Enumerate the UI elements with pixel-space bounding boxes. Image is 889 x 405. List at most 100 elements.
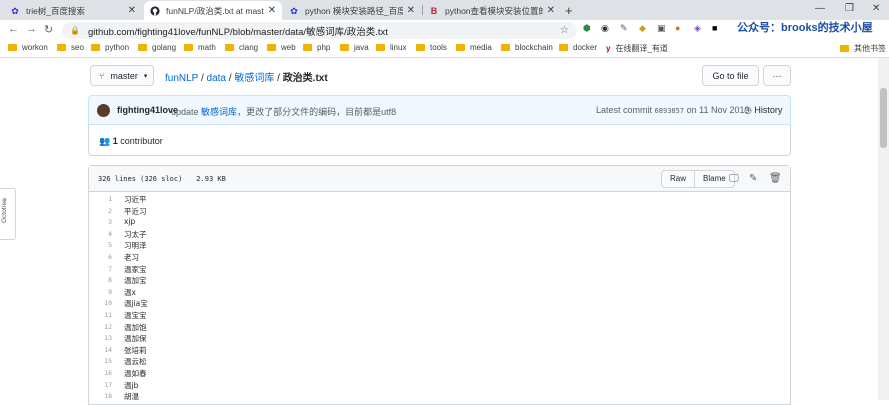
bookmark-java[interactable]: java xyxy=(340,43,369,52)
youdao-icon: y xyxy=(606,44,611,53)
extension-icon[interactable]: ■ xyxy=(712,23,717,33)
extension-icon[interactable]: ● xyxy=(675,23,680,33)
line-number[interactable]: 8 xyxy=(89,276,112,284)
line-number[interactable]: 5 xyxy=(89,241,112,249)
extension-icon[interactable]: ◈ xyxy=(694,23,701,34)
line-number[interactable]: 12 xyxy=(89,323,112,331)
history-link[interactable]: ◷ History xyxy=(744,105,782,116)
table-row: 4 习太子 xyxy=(89,228,790,240)
line-number[interactable]: 13 xyxy=(89,334,112,342)
bookmark-php[interactable]: php xyxy=(303,43,330,52)
back-icon[interactable]: ← xyxy=(8,23,19,35)
contributors-link[interactable]: 👥 1 contributor xyxy=(99,136,163,147)
bookmark-docker[interactable]: docker xyxy=(559,43,597,52)
go-to-file-button[interactable]: Go to file xyxy=(702,65,759,86)
raw-button[interactable]: Raw xyxy=(662,171,694,187)
extension-icon[interactable]: ⬢ xyxy=(583,23,591,34)
window-close-icon[interactable]: ✕ xyxy=(872,3,880,14)
bookmark-python[interactable]: python xyxy=(91,43,129,52)
bookmark-math[interactable]: math xyxy=(184,43,216,52)
scrollbar-thumb[interactable] xyxy=(880,88,887,148)
tab-github-funnlp[interactable]: funNLP/政治类.txt at master · f ✕ xyxy=(144,1,282,20)
line-content: 温如春 xyxy=(124,368,147,378)
trash-icon[interactable]: 🗑 xyxy=(769,173,782,184)
extension-icon[interactable]: ▣ xyxy=(657,23,666,34)
tab-baidu-trie[interactable]: ✿ trie树_百度搜索 ✕ xyxy=(4,1,142,20)
breadcrumb-separator: / xyxy=(200,73,204,84)
more-options-button[interactable]: ··· xyxy=(763,65,791,86)
line-content: 平近习 xyxy=(124,206,147,216)
forward-icon[interactable]: → xyxy=(26,23,37,35)
line-number[interactable]: 4 xyxy=(89,230,112,238)
commit-hash[interactable]: 6893857 xyxy=(655,107,685,115)
line-content: 温加饱 xyxy=(124,322,147,332)
line-number[interactable]: 7 xyxy=(89,265,112,273)
extension-icon[interactable]: ✎ xyxy=(620,23,628,34)
line-number[interactable]: 6 xyxy=(89,253,112,261)
bookmark-clang[interactable]: clang xyxy=(225,43,258,52)
reload-icon[interactable]: ↻ xyxy=(44,23,53,36)
bookmark-other[interactable]: 其他书签 xyxy=(840,43,886,54)
bookmark-star-icon[interactable]: ☆ xyxy=(560,25,569,36)
extension-icon[interactable]: ◉ xyxy=(601,23,609,34)
table-row: 13 温加保 xyxy=(89,332,790,344)
tab-title: funNLP/政治类.txt at master · f xyxy=(166,5,264,16)
folder-icon xyxy=(57,44,66,51)
bookmark-media[interactable]: media xyxy=(456,43,492,52)
line-number[interactable]: 17 xyxy=(89,381,112,389)
line-number[interactable]: 3 xyxy=(89,218,112,226)
bookmark-tools[interactable]: tools xyxy=(416,43,447,52)
commit-author[interactable]: fighting41love xyxy=(117,105,178,115)
table-row: 8 温加宝 xyxy=(89,274,790,286)
octotree-toggle[interactable]: › Octotree xyxy=(0,188,16,240)
branch-icon: ⑂ xyxy=(99,70,105,81)
bookmark-youdao[interactable]: y 在线翻译_有道 xyxy=(606,43,668,54)
maximize-icon[interactable]: ❐ xyxy=(845,3,854,14)
breadcrumb-repo-link[interactable]: funNLP xyxy=(165,73,198,84)
bookmark-blockchain[interactable]: blockchain xyxy=(501,43,553,52)
table-row: 5 习明泽 xyxy=(89,239,790,251)
breadcrumb-dir-link[interactable]: 敏感词库 xyxy=(234,73,274,84)
line-number[interactable]: 18 xyxy=(89,392,112,400)
new-tab-icon[interactable]: + xyxy=(565,3,573,18)
line-content: 张培莉 xyxy=(124,345,147,355)
desktop-icon[interactable]: 🖵 xyxy=(729,173,739,184)
github-icon xyxy=(150,5,160,16)
close-icon[interactable]: ✕ xyxy=(407,5,415,16)
close-icon[interactable]: ✕ xyxy=(268,5,276,16)
line-content: 温云松 xyxy=(124,357,147,367)
line-number[interactable]: 16 xyxy=(89,369,112,377)
line-number[interactable]: 10 xyxy=(89,299,112,307)
tab-baidu-python[interactable]: ✿ python 模块安装路径_百度搜索 ✕ xyxy=(283,1,421,20)
commit-message-link[interactable]: 敏感词库 xyxy=(201,107,237,117)
address-bar[interactable]: 🔒 github.com/fighting41love/funNLP/blob/… xyxy=(62,22,577,39)
line-number[interactable]: 9 xyxy=(89,288,112,296)
breadcrumb: funNLP / data / 敏感词库 / 政治类.txt xyxy=(165,69,328,84)
commit-message: update 敏感词库，更改了部分文件的编码，目前都是utf8 xyxy=(171,107,397,117)
line-number[interactable]: 14 xyxy=(89,346,112,354)
line-number[interactable]: 15 xyxy=(89,357,112,365)
line-number[interactable]: 1 xyxy=(89,195,112,203)
line-number[interactable]: 11 xyxy=(89,311,112,319)
tab-csdn-python[interactable]: B python查看模块安装位置的方法 ✕ xyxy=(423,1,561,20)
pencil-icon[interactable]: ✎ xyxy=(749,173,757,184)
branch-select-button[interactable]: ⑂ master ▾ xyxy=(90,65,154,86)
bookmark-workon[interactable]: workon xyxy=(8,43,48,52)
tab-title: python 模块安装路径_百度搜索 xyxy=(305,5,403,16)
table-row: 1 习近平 xyxy=(89,193,790,205)
avatar[interactable] xyxy=(97,104,110,117)
extension-icon[interactable]: ◆ xyxy=(639,23,646,34)
file-lines: 326 lines (326 sloc) xyxy=(98,175,183,183)
folder-icon xyxy=(138,44,147,51)
breadcrumb-data-link[interactable]: data xyxy=(207,73,226,84)
bookmark-linux[interactable]: linux xyxy=(376,43,406,52)
page-scrollbar[interactable] xyxy=(878,58,889,400)
bookmark-web[interactable]: web xyxy=(267,43,296,52)
line-number[interactable]: 2 xyxy=(89,207,112,215)
bookmark-golang[interactable]: golang xyxy=(138,43,176,52)
minimize-icon[interactable]: — xyxy=(815,3,825,14)
bookmark-seo[interactable]: seo xyxy=(57,43,84,52)
blame-button[interactable]: Blame xyxy=(694,171,734,187)
close-icon[interactable]: ✕ xyxy=(547,5,555,16)
close-icon[interactable]: ✕ xyxy=(128,5,136,16)
